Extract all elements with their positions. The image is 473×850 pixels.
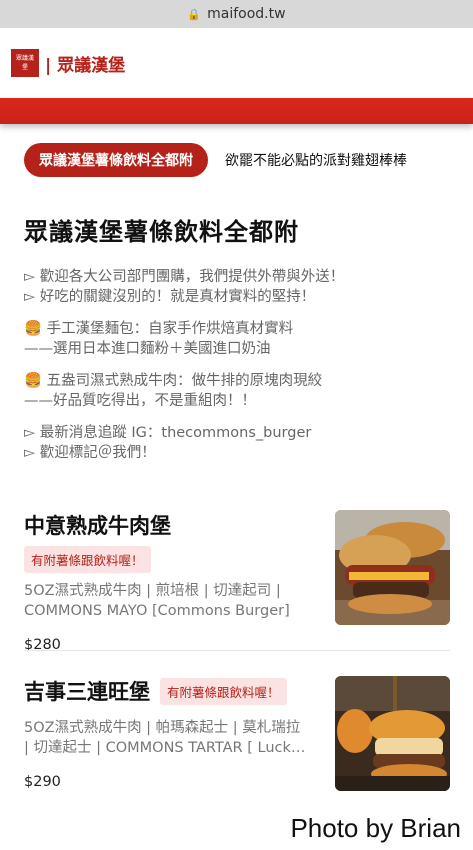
watermark: Photo by Brian: [290, 813, 461, 843]
burger-photo-icon: [335, 510, 450, 625]
site-header: 眾議漢堡 | 眾議漢堡: [0, 28, 473, 98]
desc-line: ——好品質吃得出，不是重組肉！！: [24, 393, 256, 409]
desc-line: ▻ 歡迎標記＠我們！: [24, 445, 156, 461]
item-name: 吉事三連旺堡: [24, 680, 150, 704]
section-description: ▻ 歡迎各大公司部門團購，我們提供外帶與外送！ ▻ 好吃的關鍵沒別的！就是真材實…: [24, 267, 454, 463]
burger-photo-icon: [335, 676, 450, 791]
desc-line: 🍔 五盎司濕式熟成牛肉：做牛排的原塊肉現絞: [24, 373, 323, 389]
category-tabs: 眾議漢堡薯條飲料全都附 欲罷不能必點的派對雞翅棒棒: [0, 140, 473, 180]
url-text: maifood.tw: [207, 6, 286, 22]
header-red-bar: [0, 98, 473, 124]
desc-line: ▻ 好吃的關鍵沒別的！就是真材實料的堅持！: [24, 289, 316, 305]
lock-icon: 🔒: [187, 7, 202, 21]
item-photo[interactable]: [335, 510, 450, 625]
logo-text: 眾議漢堡: [15, 55, 34, 71]
desc-line: ——選用日本進口麵粉＋美國進口奶油: [24, 341, 271, 357]
desc-line: ▻ 最新消息追蹤 IG：thecommons_burger: [24, 425, 312, 441]
item-badge: 有附薯條跟飲料喔！: [160, 677, 287, 705]
logo[interactable]: 眾議漢堡: [11, 49, 39, 77]
section-title: 眾議漢堡薯條飲料全都附: [24, 218, 299, 246]
item-photo[interactable]: [335, 676, 450, 791]
divider: [24, 650, 450, 651]
desc-line: 🍔 手工漢堡麵包：自家手作烘焙真材實料: [24, 321, 294, 337]
item-badge: 有附薯條跟飲料喔！: [24, 546, 151, 573]
tab-active-category[interactable]: 眾議漢堡薯條飲料全都附: [24, 143, 208, 177]
brand-name[interactable]: | 眾議漢堡: [45, 51, 125, 76]
desc-line: ▻ 歡迎各大公司部門團購，我們提供外帶與外送！: [24, 269, 345, 285]
browser-url-bar[interactable]: 🔒 maifood.tw: [0, 0, 473, 28]
tab-next-category[interactable]: 欲罷不能必點的派對雞翅棒棒: [225, 150, 407, 170]
